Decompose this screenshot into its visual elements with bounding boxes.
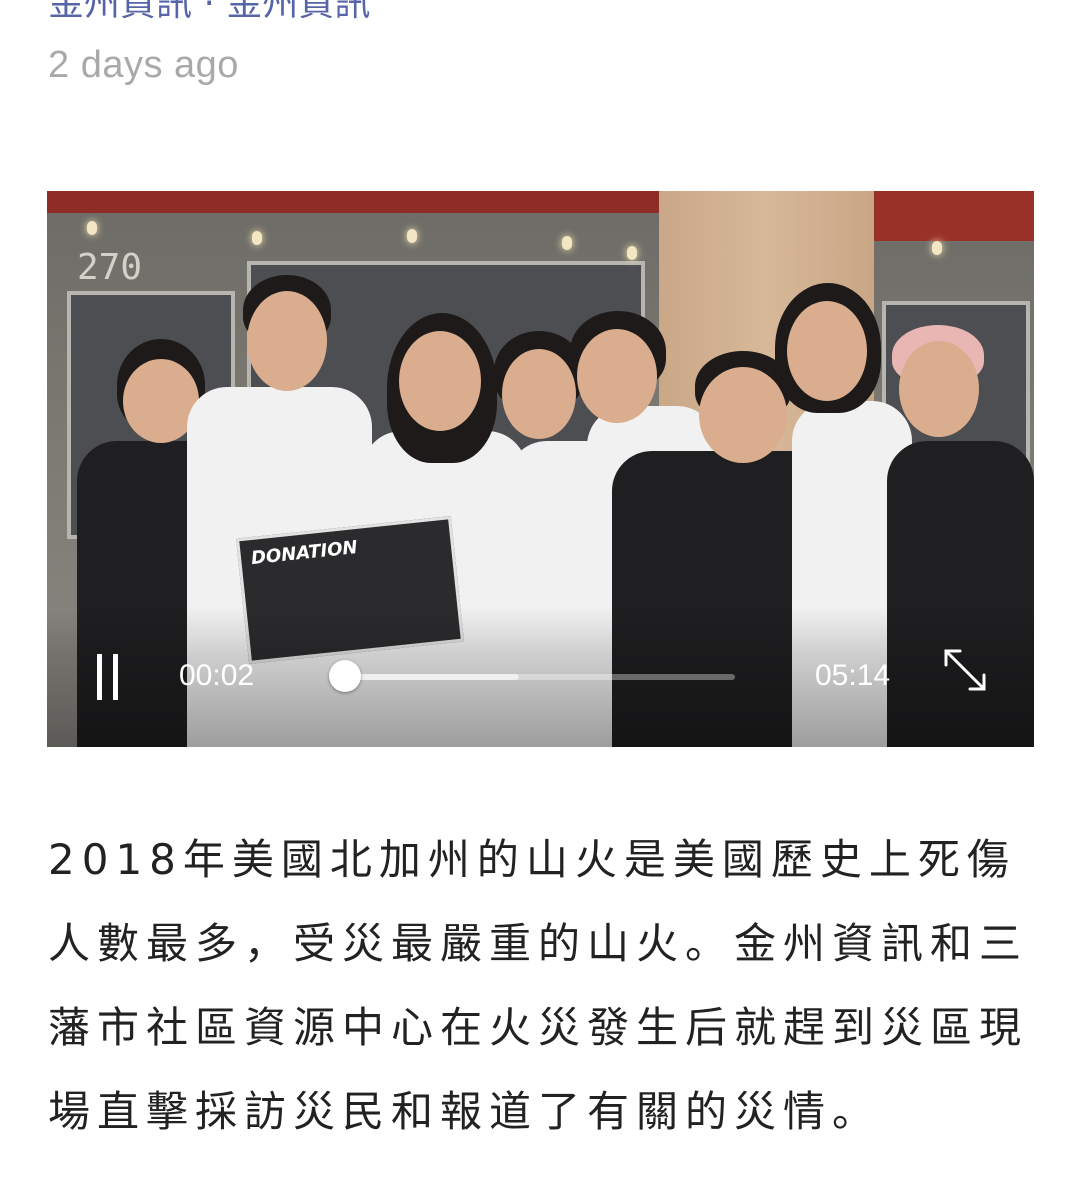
- current-time: 00:02: [179, 659, 255, 692]
- fullscreen-icon[interactable]: [940, 645, 990, 695]
- source-link-text[interactable]: 金州資訊 · 金州資訊: [48, 0, 370, 24]
- source-link[interactable]: 金州資訊 · 金州資訊: [48, 0, 370, 24]
- donation-box-label: DONATION: [250, 537, 359, 570]
- video-player[interactable]: 270 DONATION 00:02 05:14: [47, 191, 1034, 747]
- article-body: 2018年美國北加州的山火是美國歷史上死傷人數最多，受災最嚴重的山火。金州資訊和…: [48, 835, 1029, 1136]
- progress-bar[interactable]: [343, 674, 735, 680]
- buffer-bar: [343, 674, 520, 680]
- pause-icon[interactable]: [97, 654, 123, 700]
- post-timestamp: 2 days ago: [48, 44, 239, 86]
- address-sign: 270: [77, 247, 143, 288]
- total-time: 05:14: [815, 659, 891, 692]
